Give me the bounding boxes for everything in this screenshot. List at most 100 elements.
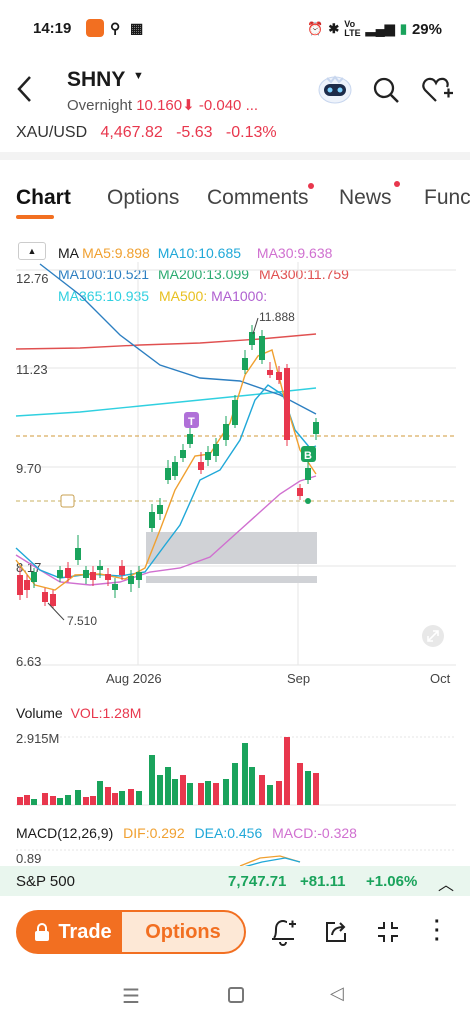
candle-body xyxy=(284,368,290,440)
y-tick-label: 12.76 xyxy=(16,271,49,286)
candle-body xyxy=(223,424,229,440)
candle-body xyxy=(112,584,118,590)
volume-bar xyxy=(119,791,125,805)
candle-body xyxy=(24,580,30,590)
volume-title: Volume xyxy=(16,705,63,721)
candle-body xyxy=(172,462,178,476)
candle-body xyxy=(165,468,171,480)
x-tick-label: Oct xyxy=(430,671,451,686)
more-options-icon[interactable]: · · · xyxy=(434,912,441,950)
high-pointer xyxy=(252,317,259,335)
volume-chart xyxy=(16,736,456,806)
candle-body xyxy=(232,400,238,425)
volume-bar xyxy=(112,793,118,805)
home-icon[interactable] xyxy=(228,987,244,1003)
index-price: 7,747.71 xyxy=(228,873,287,890)
compare-collapse-icon[interactable] xyxy=(376,920,400,949)
x-tick-label: Aug 2026 xyxy=(106,671,162,686)
macd-value: MACD:-0.328 xyxy=(272,825,357,841)
volume-bar xyxy=(75,790,81,805)
candle-body xyxy=(50,594,56,606)
buy-point-dot xyxy=(305,498,311,504)
index-ticker-bar[interactable]: S&P 500 7,747.71 +81.11 +1.06% ︿ xyxy=(0,866,470,896)
sell-marker-icon[interactable]: T xyxy=(184,412,199,428)
marker-b-label: B xyxy=(304,450,312,462)
price-alert-icon[interactable] xyxy=(270,918,296,951)
candle-body xyxy=(136,572,142,580)
volume-value: VOL:1.28M xyxy=(70,705,142,721)
volume-bar xyxy=(232,763,238,805)
volume-max-label: 2.915M xyxy=(16,731,60,746)
volume-bar xyxy=(24,795,30,805)
candle-body xyxy=(259,336,265,360)
x-tick-label: Sep xyxy=(287,671,310,686)
volume-bar xyxy=(249,767,255,805)
volume-bar xyxy=(165,767,171,805)
y-tick-label: 11.23 xyxy=(16,362,48,377)
volume-bar xyxy=(90,796,96,805)
candle-body xyxy=(267,370,273,375)
index-name: S&P 500 xyxy=(16,873,75,890)
candle-body xyxy=(205,452,211,460)
index-percent: +1.06% xyxy=(366,873,418,890)
macd-dif: DIF:0.292 xyxy=(123,825,185,841)
marker-t-label: T xyxy=(188,416,195,428)
volume-header: Volume VOL:1.28M xyxy=(16,705,141,721)
fullscreen-icon[interactable] xyxy=(422,625,444,647)
buy-marker-icon[interactable]: B xyxy=(301,446,316,462)
volume-bar xyxy=(17,797,23,805)
candle-body xyxy=(180,450,186,458)
candle-body xyxy=(157,505,163,514)
trade-label: Trade xyxy=(58,920,112,943)
volume-bar xyxy=(42,793,48,805)
options-button[interactable]: Options xyxy=(120,910,246,954)
candle-body xyxy=(17,575,23,595)
share-icon[interactable] xyxy=(324,920,348,949)
candle-body xyxy=(90,572,96,580)
options-label: Options xyxy=(145,920,221,943)
candle-body xyxy=(105,574,111,580)
macd-y-label: 0.89 xyxy=(16,851,42,866)
candle-body xyxy=(97,566,103,570)
trade-button[interactable]: Trade xyxy=(16,910,130,954)
macd-dea: DEA:0.456 xyxy=(194,825,263,841)
volume-bar xyxy=(172,779,178,805)
candle-body xyxy=(213,444,219,456)
candle-body xyxy=(313,422,319,434)
volume-bar xyxy=(97,781,103,805)
volume-bar xyxy=(205,781,211,805)
candle-body xyxy=(31,572,37,582)
ma30-line xyxy=(15,475,317,586)
expand-up-icon[interactable]: ︿ xyxy=(438,871,454,895)
candle-body xyxy=(187,434,193,444)
candle-body xyxy=(149,512,155,528)
macd-header: MACD(12,26,9) DIF:0.292 DEA:0.456 MACD:-… xyxy=(16,825,357,841)
volume-bar xyxy=(187,783,193,805)
index-change: +81.11 xyxy=(300,873,346,890)
recent-apps-icon[interactable]: ☰ xyxy=(122,984,140,1009)
candle-body xyxy=(57,570,63,578)
volume-bar xyxy=(105,787,111,805)
lock-icon xyxy=(35,923,50,941)
volume-bar xyxy=(198,783,204,805)
candle-body xyxy=(42,592,48,602)
cost-marker-icon[interactable] xyxy=(60,494,75,508)
volume-bar xyxy=(213,783,219,805)
gap-zone xyxy=(146,576,317,583)
candle-body xyxy=(297,488,303,496)
candle-body xyxy=(75,548,81,560)
volume-bar xyxy=(128,789,134,805)
ma100-line xyxy=(39,263,317,415)
volume-bar xyxy=(267,785,273,805)
y-tick-label: 6.63 xyxy=(16,654,41,669)
candle-body xyxy=(198,462,204,470)
candle-body xyxy=(128,576,134,584)
back-nav-icon[interactable]: ◁ xyxy=(330,983,344,1004)
price-chart[interactable]: 12.76 11.23 9.70 8.17 6.63 Aug 2026 Sep … xyxy=(0,0,470,870)
volume-bar xyxy=(57,798,63,805)
candle-body xyxy=(276,372,282,380)
volume-bar xyxy=(297,763,303,805)
volume-bar xyxy=(242,743,248,805)
candle-body xyxy=(119,566,125,575)
volume-bar xyxy=(157,775,163,805)
